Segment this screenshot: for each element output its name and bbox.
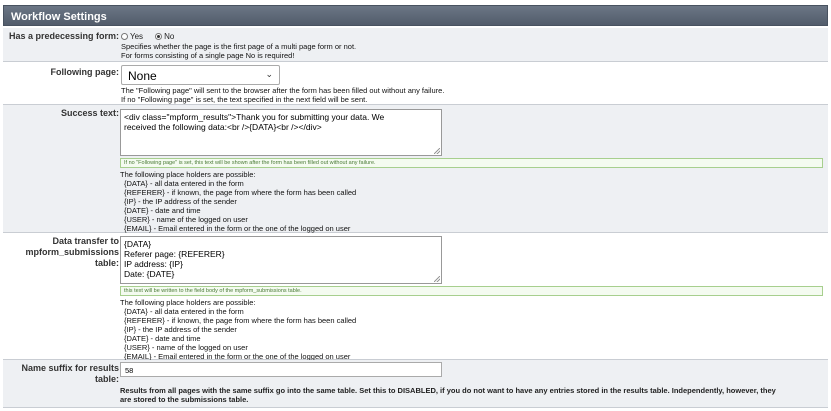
- chevron-down-icon: ⌄: [265, 69, 273, 79]
- desc-line: are stored to the submissions table.: [120, 395, 249, 404]
- resize-grip-icon[interactable]: [434, 276, 440, 282]
- following-label: Following page:: [50, 67, 120, 77]
- placeholder-line: {DATE} - date and time: [124, 206, 201, 215]
- desc-line: Specifies whether the page is the first …: [121, 42, 357, 51]
- section-header: Workflow Settings: [3, 5, 828, 26]
- suffix-desc: Results from all pages with the same suf…: [120, 386, 776, 404]
- transfer-label: Data transfer to mpform_submissions tabl…: [25, 236, 119, 268]
- textarea-line: IP address: {IP}: [124, 259, 183, 269]
- textarea-line: Referer page: {REFERER}: [124, 249, 225, 259]
- predecessing-value: Yes No: [121, 31, 824, 41]
- textarea-line: {DATA}: [124, 239, 152, 249]
- placeholder-line: {IP} - the IP address of the sender: [124, 325, 237, 334]
- resize-grip-icon[interactable]: [434, 148, 440, 154]
- success-hint: If no "Following page" is set, this text…: [120, 158, 823, 168]
- success-placeholders: The following place holders are possible…: [120, 170, 356, 233]
- textarea-line: received the following data:<br />{DATA}…: [124, 122, 322, 132]
- radio-yes[interactable]: [121, 32, 128, 40]
- success-textarea[interactable]: <div class="mpform_results">Thank you fo…: [120, 109, 442, 156]
- desc-line: Results from all pages with the same suf…: [120, 386, 776, 395]
- transfer-placeholders: The following place holders are possible…: [120, 298, 356, 361]
- placeholder-line: {USER} - name of the logged on user: [124, 343, 248, 352]
- textarea-line: <div class="mpform_results">Thank you fo…: [124, 112, 385, 122]
- desc-line: If no "Following page" is set, the text …: [121, 95, 368, 104]
- row-predecessing: Has a predecessing form: Yes No Specifie…: [3, 28, 828, 62]
- placeholder-line: The following place holders are possible…: [120, 298, 256, 307]
- row-success: Success text: <div class="mpform_results…: [3, 105, 828, 233]
- radio-yes-label[interactable]: Yes: [130, 32, 143, 41]
- placeholder-line: {USER} - name of the logged on user: [124, 215, 248, 224]
- predecessing-desc: Specifies whether the page is the first …: [121, 42, 356, 60]
- success-label: Success text:: [60, 108, 119, 118]
- placeholder-line: {EMAIL} - Email entered in the form or t…: [124, 224, 351, 233]
- placeholder-line: {REFERER} - if known, the page from wher…: [124, 316, 357, 325]
- radio-no[interactable]: [155, 32, 163, 40]
- predecessing-label: Has a predecessing form:: [8, 31, 119, 41]
- textarea-line: Date: {DATE}: [124, 269, 175, 279]
- following-page-select[interactable]: None ⌄: [121, 65, 280, 85]
- placeholder-line: {DATA} - all data entered in the form: [124, 307, 244, 316]
- row-transfer: Data transfer to mpform_submissions tabl…: [3, 233, 828, 361]
- suffix-label: Name suffix for results table:: [21, 363, 119, 384]
- placeholder-line: {DATA} - all data entered in the form: [124, 179, 244, 188]
- placeholder-line: {IP} - the IP address of the sender: [124, 197, 237, 206]
- following-page-value: None: [128, 69, 157, 83]
- desc-line: The "Following page" will sent to the br…: [121, 86, 445, 95]
- following-desc: The "Following page" will sent to the br…: [121, 86, 444, 104]
- placeholder-line: {REFERER} - if known, the page from wher…: [124, 188, 357, 197]
- row-suffix: Name suffix for results table: 58 Result…: [3, 360, 828, 408]
- radio-no-label[interactable]: No: [164, 32, 174, 41]
- placeholder-line: The following place holders are possible…: [120, 170, 256, 179]
- transfer-textarea[interactable]: {DATA} Referer page: {REFERER} IP addres…: [120, 236, 442, 284]
- desc-line: For forms consisting of a single page No…: [121, 51, 295, 60]
- row-following: Following page: None ⌄ The "Following pa…: [3, 62, 828, 105]
- suffix-input[interactable]: 58: [120, 362, 442, 377]
- placeholder-line: {DATE} - date and time: [124, 334, 201, 343]
- section-title: Workflow Settings: [11, 11, 107, 23]
- transfer-hint: this text will be written to the field b…: [120, 286, 823, 296]
